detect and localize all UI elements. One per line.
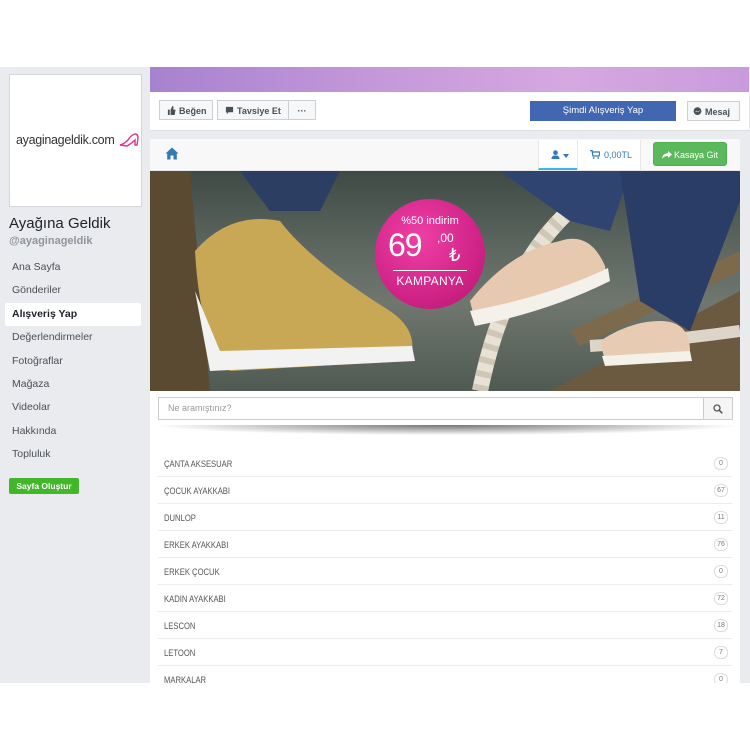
cart-button[interactable]: 0,00TL — [577, 140, 641, 170]
category-count: 18 — [714, 619, 728, 632]
promo-badge: %50 indirim 69 ,00 ₺ KAMPANYA — [375, 199, 485, 309]
category-name: ÇANTA AKSESUAR — [164, 459, 233, 469]
promo-campaign: KAMPANYA — [396, 274, 464, 288]
page-action-bar: Beğen Tavsiye Et ··· Şimdi Alışveriş Yap… — [150, 92, 749, 131]
category-count: 76 — [714, 538, 728, 551]
promo-price: 69 — [388, 227, 423, 263]
sidebar-item-topluluk[interactable]: Topluluk — [5, 443, 141, 466]
category-count: 67 — [714, 484, 728, 497]
search-button[interactable] — [704, 397, 733, 420]
category-item[interactable]: LESCON 18 — [158, 612, 732, 639]
high-heel-icon — [119, 133, 139, 147]
sidebar-item-fotograflar[interactable]: Fotoğraflar — [5, 350, 141, 373]
sidebar-item-hakkinda[interactable]: Hakkında — [5, 420, 141, 443]
facebook-page-frame: ayaginageldik.com Ayağına Geldik @ayagin… — [0, 67, 750, 683]
more-options-button[interactable]: ··· — [289, 100, 316, 120]
campaign-banner[interactable]: %50 indirim 69 ,00 ₺ KAMPANYA — [150, 171, 740, 391]
category-item[interactable]: ÇANTA AKSESUAR 0 — [158, 450, 732, 477]
profile-picture[interactable]: ayaginageldik.com — [9, 74, 142, 207]
promo-price-decimal: ,00 — [437, 231, 454, 245]
message-label: Mesaj — [705, 107, 731, 117]
category-name: KADIN AYAKKABI — [164, 594, 226, 604]
checkout-label: Kasaya Git — [673, 150, 719, 160]
recommend-button[interactable]: Tavsiye Et — [217, 100, 289, 120]
sidebar-item-degerlendirmeler[interactable]: Değerlendirmeler — [5, 326, 141, 349]
user-icon — [551, 150, 560, 159]
category-count: 7 — [714, 646, 728, 659]
message-button[interactable]: Mesaj — [687, 101, 740, 121]
category-list: ÇANTA AKSESUAR 0 ÇOCUK AYAKKABI 67 DUNLOP 1… — [158, 450, 732, 683]
category-name: DUNLOP — [164, 513, 196, 523]
search-input[interactable]: Ne aramıştınız? — [158, 397, 704, 420]
category-count: 0 — [714, 457, 728, 470]
category-item[interactable]: MARKALAR 0 — [158, 666, 732, 683]
category-name: ERKEK ÇOCUK — [164, 567, 220, 577]
like-label: Beğen — [179, 106, 207, 116]
sidebar-item-videolar[interactable]: Videolar — [5, 396, 141, 419]
category-item[interactable]: DUNLOP 11 — [158, 504, 732, 531]
category-item[interactable]: LETOON 7 — [158, 639, 732, 666]
shop-now-button[interactable]: Şimdi Alışveriş Yap — [530, 101, 676, 121]
speech-bubble-icon — [225, 106, 234, 115]
checkout-button[interactable]: Kasaya Git — [653, 142, 727, 166]
sidebar-item-alisveris-yap[interactable]: Alışveriş Yap — [5, 302, 141, 327]
create-page-button[interactable]: Sayfa Oluştur — [9, 478, 79, 494]
page-name: Ayağına Geldik — [9, 215, 111, 232]
category-item[interactable]: KADIN AYAKKABI 72 — [158, 585, 732, 612]
like-button[interactable]: Beğen — [159, 100, 213, 120]
caret-down-icon — [563, 154, 569, 158]
shop-navbar: 0,00TL Kasaya Git — [150, 139, 740, 171]
category-item[interactable]: ÇOCUK AYAKKABI 67 — [158, 477, 732, 504]
page-handle[interactable]: @ayaginageldik — [9, 235, 92, 247]
recommend-label: Tavsiye Et — [237, 106, 281, 116]
category-count: 11 — [714, 511, 728, 524]
sidebar-item-gonderiler[interactable]: Gönderiler — [5, 279, 141, 302]
brand-logo-text: ayaginageldik.com — [16, 133, 115, 147]
search-icon — [713, 404, 723, 414]
category-count: 0 — [714, 565, 728, 578]
sidebar-nav: Ana Sayfa Gönderiler Alışveriş Yap Değer… — [5, 256, 141, 467]
category-item[interactable]: ERKEK AYAKKABI 76 — [158, 531, 732, 558]
promo-discount: %50 indirim — [401, 215, 459, 227]
page-gutter — [740, 139, 750, 683]
cart-total: 0,00TL — [604, 150, 633, 160]
promo-currency: ₺ — [449, 245, 461, 265]
sidebar-item-ana-sayfa[interactable]: Ana Sayfa — [5, 256, 141, 279]
category-item[interactable]: ERKEK ÇOCUK 0 — [158, 558, 732, 585]
category-name: LETOON — [164, 648, 196, 658]
cover-photo[interactable] — [150, 67, 749, 92]
promo-divider — [393, 270, 467, 271]
category-count: 0 — [714, 673, 728, 683]
category-name: MARKALAR — [164, 675, 207, 683]
category-name: LESCON — [164, 621, 196, 631]
share-arrow-icon — [661, 151, 672, 159]
category-count: 72 — [714, 592, 728, 605]
category-name: ÇOCUK AYAKKABI — [164, 486, 231, 496]
messenger-icon — [693, 107, 702, 116]
shop-panel: 0,00TL Kasaya Git %50 indirim 69 ,00 ₺ K… — [150, 139, 740, 683]
category-name: ERKEK AYAKKABI — [164, 540, 229, 550]
user-menu-button[interactable] — [538, 140, 577, 170]
sidebar-item-magaza[interactable]: Mağaza — [5, 373, 141, 396]
thumbs-up-icon — [167, 106, 176, 115]
home-icon[interactable] — [165, 147, 179, 160]
search-shadow — [158, 425, 734, 435]
shopping-cart-icon — [590, 149, 601, 159]
